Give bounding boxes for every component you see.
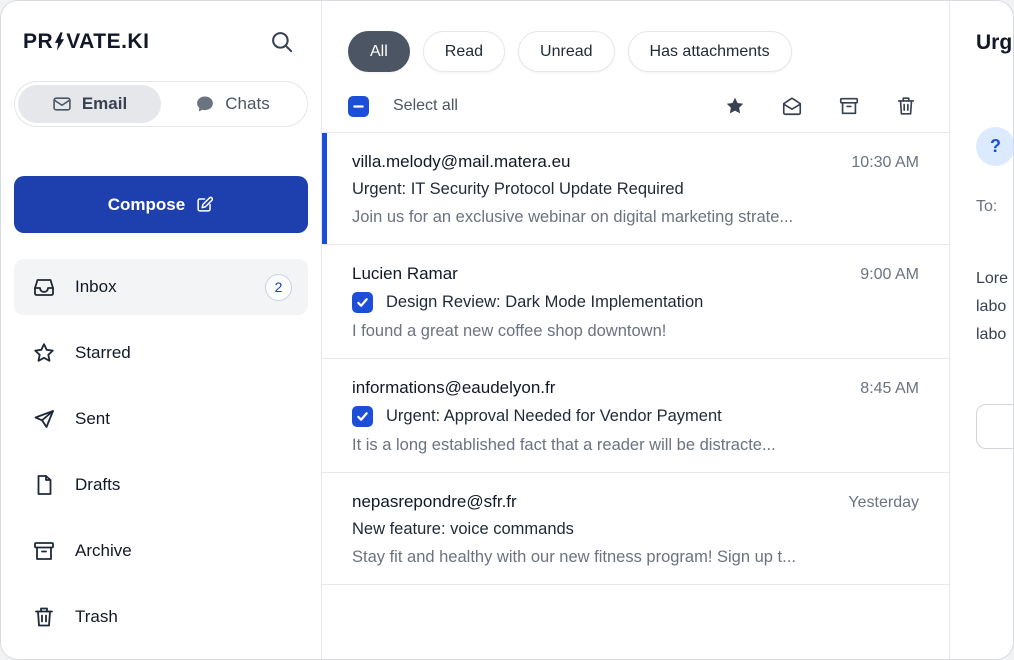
mode-toggle: Email Chats [14, 81, 308, 127]
email-preview: Stay fit and healthy with our new fitnes… [352, 548, 919, 567]
tab-chats[interactable]: Chats [161, 85, 304, 123]
select-all-bar: Select all [322, 72, 949, 132]
archive-icon [32, 539, 56, 563]
email-sender: Lucien Ramar [352, 264, 458, 284]
minus-icon [352, 100, 365, 113]
tab-email[interactable]: Email [18, 85, 161, 123]
email-row[interactable]: nepasrepondre@sfr.fr Yesterday New featu… [322, 473, 949, 585]
archive-icon[interactable] [836, 93, 862, 119]
email-row[interactable]: villa.melody@mail.matera.eu 10:30 AM Urg… [322, 133, 949, 245]
email-time: Yesterday [848, 494, 919, 512]
inbox-icon [32, 275, 56, 299]
brand-logo: PR VATE.KI [23, 30, 149, 54]
message-body-line: labo [976, 293, 1013, 321]
send-icon [32, 407, 56, 431]
search-icon[interactable] [267, 27, 297, 57]
sidebar-item-starred[interactable]: Starred [14, 325, 308, 381]
star-outline-icon [32, 341, 56, 365]
email-list-pane: All Read Unread Has attachments Select a… [322, 1, 950, 659]
compose-label: Compose [108, 195, 185, 215]
lightning-bolt-icon [54, 32, 65, 51]
sidebar-item-drafts[interactable]: Drafts [14, 457, 308, 513]
reader-subject-title: Urg [976, 31, 1013, 55]
message-body: Lore labo labo [976, 265, 1013, 349]
trash-icon [32, 605, 56, 629]
tab-chats-label: Chats [225, 94, 269, 114]
email-preview: I found a great new coffee shop downtown… [352, 322, 919, 341]
delete-icon[interactable] [893, 93, 919, 119]
email-subject: Urgent: Approval Needed for Vendor Payme… [386, 407, 722, 426]
sidebar-item-label: Archive [75, 541, 132, 561]
to-label: To: [976, 198, 1013, 216]
brand-text-post: VATE.KI [66, 30, 149, 54]
reply-input[interactable] [976, 404, 1013, 449]
compose-button[interactable]: Compose [14, 176, 308, 233]
bulk-actions [722, 93, 919, 119]
email-subject: Urgent: IT Security Protocol Update Requ… [352, 180, 684, 199]
select-all-checkbox[interactable] [348, 96, 369, 117]
filter-all[interactable]: All [348, 31, 410, 72]
email-subject: Design Review: Dark Mode Implementation [386, 293, 703, 312]
filter-read[interactable]: Read [423, 31, 505, 72]
sidebar-header: PR VATE.KI [1, 1, 321, 57]
sidebar-item-label: Starred [75, 343, 131, 363]
filter-bar: All Read Unread Has attachments [322, 1, 949, 72]
document-icon [32, 473, 56, 497]
star-icon[interactable] [722, 93, 748, 119]
sidebar-item-label: Trash [75, 607, 118, 627]
reading-pane: Urg ? To: Lore labo labo [950, 1, 1013, 659]
filter-unread[interactable]: Unread [518, 31, 614, 72]
email-sender: nepasrepondre@sfr.fr [352, 492, 517, 512]
email-time: 8:45 AM [860, 380, 919, 398]
sidebar-item-label: Drafts [75, 475, 120, 495]
brand-text-pre: PR [23, 30, 53, 54]
email-time: 10:30 AM [851, 154, 919, 172]
email-preview: Join us for an exclusive webinar on digi… [352, 208, 919, 227]
sidebar-item-trash[interactable]: Trash [14, 589, 308, 645]
email-list: villa.melody@mail.matera.eu 10:30 AM Urg… [322, 132, 949, 585]
email-checkbox-checked[interactable] [352, 406, 373, 427]
filter-has-attachments[interactable]: Has attachments [628, 31, 792, 72]
email-checkbox-checked[interactable] [352, 292, 373, 313]
email-preview: It is a long established fact that a rea… [352, 436, 919, 455]
sidebar-item-archive[interactable]: Archive [14, 523, 308, 579]
sidebar-nav: Inbox 2 Starred Sent Drafts Archive T [14, 259, 308, 645]
email-sender: informations@eaudelyon.fr [352, 378, 555, 398]
email-row[interactable]: informations@eaudelyon.fr 8:45 AM Urgent… [322, 359, 949, 473]
message-body-line: labo [976, 321, 1013, 349]
sidebar: PR VATE.KI Email Chats Compose [1, 1, 322, 659]
pencil-square-icon [195, 195, 214, 214]
tab-email-label: Email [82, 94, 127, 114]
email-row[interactable]: Lucien Ramar 9:00 AM Design Review: Dark… [322, 245, 949, 359]
sender-avatar: ? [976, 127, 1013, 166]
app-window: PR VATE.KI Email Chats Compose [0, 0, 1014, 660]
select-all-label: Select all [393, 97, 458, 115]
check-icon [356, 296, 369, 309]
email-sender: villa.melody@mail.matera.eu [352, 152, 571, 172]
mark-read-icon[interactable] [779, 93, 805, 119]
sidebar-item-label: Inbox [75, 277, 117, 297]
check-icon [356, 410, 369, 423]
sidebar-item-label: Sent [75, 409, 110, 429]
email-time: 9:00 AM [860, 266, 919, 284]
email-subject: New feature: voice commands [352, 520, 574, 539]
envelope-icon [52, 94, 72, 114]
sidebar-item-inbox[interactable]: Inbox 2 [14, 259, 308, 315]
message-body-line: Lore [976, 265, 1013, 293]
sidebar-item-sent[interactable]: Sent [14, 391, 308, 447]
chat-bubble-icon [195, 94, 215, 114]
inbox-count-badge: 2 [265, 274, 292, 301]
